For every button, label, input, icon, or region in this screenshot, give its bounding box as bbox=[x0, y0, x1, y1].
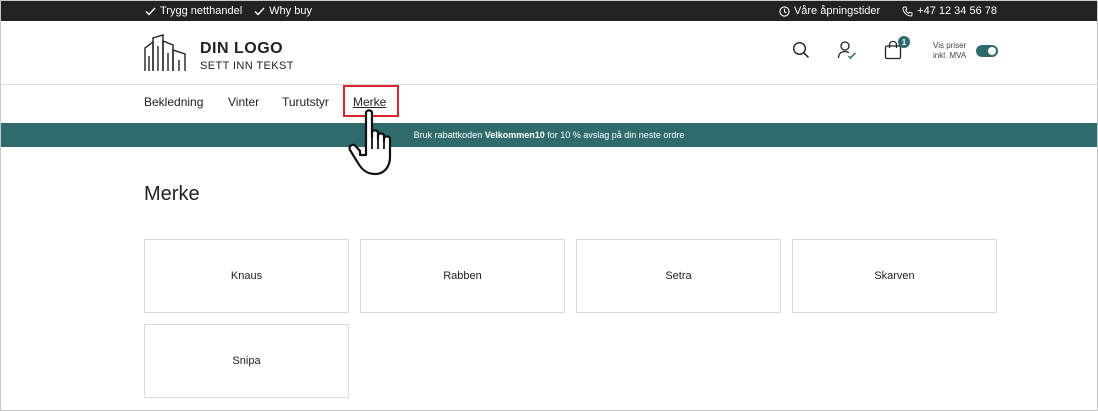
logo-subtitle: SETT INN TEKST bbox=[200, 59, 294, 72]
page-title: Merke bbox=[144, 183, 200, 205]
hand-cursor-icon bbox=[346, 107, 402, 179]
promo-suffix: for 10 % avslag på din neste ordre bbox=[544, 130, 685, 140]
brand-card-rabben[interactable]: Rabben bbox=[360, 239, 565, 313]
account-button[interactable] bbox=[837, 40, 857, 65]
brand-card-knaus[interactable]: Knaus bbox=[144, 239, 349, 313]
phone-link[interactable]: +47 12 34 56 78 bbox=[902, 5, 997, 17]
nav-item-vinter[interactable]: Vinter bbox=[228, 95, 259, 109]
phone-label: +47 12 34 56 78 bbox=[917, 5, 997, 17]
brand-label: Knaus bbox=[230, 270, 263, 282]
promo-banner: Bruk rabattkoden Velkommen10 for 10 % av… bbox=[1, 123, 1097, 147]
user-check-icon bbox=[837, 40, 857, 65]
nav-item-turutstyr[interactable]: Turutstyr bbox=[282, 95, 329, 109]
cart-button[interactable]: 1 bbox=[883, 36, 910, 63]
brand-card-setra[interactable]: Setra bbox=[576, 239, 781, 313]
clock-icon bbox=[779, 5, 790, 17]
site-logo[interactable]: DIN LOGO SETT INN TEKST bbox=[144, 34, 294, 77]
nav-item-bekledning[interactable]: Bekledning bbox=[144, 95, 203, 109]
vat-label-line2: inkl. MVA bbox=[933, 51, 967, 60]
opening-hours-label: Våre åpningstider bbox=[793, 5, 881, 17]
brand-card-skarven[interactable]: Skarven bbox=[792, 239, 997, 313]
buildings-logo-icon bbox=[144, 34, 186, 77]
vat-label-line1: Vis priser bbox=[933, 41, 967, 50]
opening-hours-link[interactable]: Våre åpningstider bbox=[779, 5, 880, 17]
search-button[interactable] bbox=[791, 41, 811, 63]
vat-toggle-group: Vis priser inkl. MVA bbox=[933, 41, 999, 61]
brand-label: Setra bbox=[665, 270, 692, 282]
search-icon bbox=[792, 41, 810, 64]
vat-toggle[interactable] bbox=[976, 45, 999, 57]
main-nav: Bekledning Vinter Turutstyr Merke bbox=[1, 86, 1097, 123]
why-buy-link[interactable]: Why buy bbox=[254, 5, 312, 17]
brand-card-snipa[interactable]: Snipa bbox=[144, 324, 349, 398]
promo-prefix: Bruk rabattkoden bbox=[413, 130, 485, 140]
why-buy-label: Why buy bbox=[269, 5, 312, 17]
check-icon bbox=[145, 7, 156, 16]
site-header: DIN LOGO SETT INN TEKST 1 Vis priser ink… bbox=[1, 21, 1097, 85]
phone-icon bbox=[902, 6, 913, 17]
brand-label: Skarven bbox=[874, 270, 915, 282]
brand-label: Snipa bbox=[232, 355, 261, 367]
promo-code: Velkommen10 bbox=[484, 130, 545, 140]
logo-title: DIN LOGO bbox=[200, 39, 284, 57]
brand-label: Rabben bbox=[443, 270, 482, 282]
trust-link[interactable]: Trygg netthandel bbox=[145, 5, 242, 17]
utility-bar: Trygg netthandel Why buy Våre åpningstid… bbox=[1, 1, 1097, 21]
trust-label: Trygg netthandel bbox=[160, 5, 243, 17]
cart-count-badge: 1 bbox=[898, 36, 910, 48]
check-icon bbox=[254, 7, 265, 16]
